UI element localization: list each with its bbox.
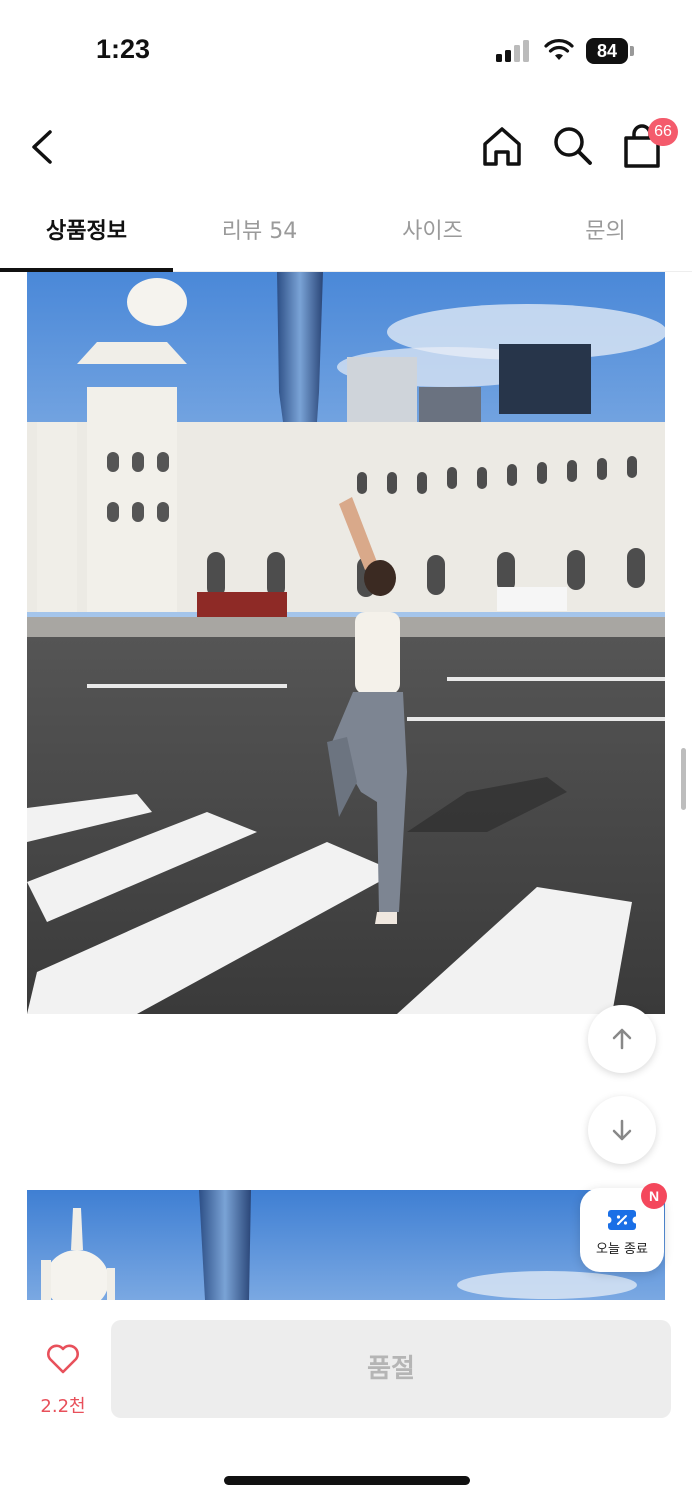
battery-level: 84: [586, 38, 628, 64]
product-tabs: 상품정보 리뷰 54 사이즈 문의: [0, 196, 692, 272]
tab-inquiry[interactable]: 문의: [519, 196, 692, 272]
wifi-icon: [544, 39, 574, 60]
coupon-icon: [608, 1210, 636, 1230]
scroll-top-button[interactable]: [588, 1005, 656, 1073]
scroll-bottom-button[interactable]: [588, 1096, 656, 1164]
like-count: 2.2천: [40, 1396, 86, 1417]
coupon-label: 오늘 종료: [596, 1242, 648, 1257]
cart-count-badge: 66: [648, 118, 678, 146]
sold-out-button[interactable]: 품절: [111, 1320, 671, 1418]
status-time: 1:23: [96, 34, 151, 64]
tab-product-info[interactable]: 상품정보: [0, 196, 173, 272]
product-photo: [27, 1190, 665, 1300]
cellular-signal-icon: [496, 40, 529, 62]
battery-icon: 84: [586, 38, 634, 64]
bottom-action-bar: 2.2천 품절: [0, 1300, 692, 1500]
status-bar: 1:23 84: [0, 0, 692, 100]
chevron-left-icon[interactable]: [24, 124, 64, 170]
tab-size[interactable]: 사이즈: [346, 196, 519, 272]
new-badge: N: [641, 1183, 667, 1209]
scrollbar[interactable]: [681, 748, 686, 810]
arrow-up-icon: [612, 1028, 632, 1050]
search-icon[interactable]: [550, 122, 594, 168]
arrow-down-icon: [612, 1119, 632, 1141]
home-indicator: [224, 1476, 470, 1485]
heart-icon: [47, 1344, 79, 1374]
tab-reviews[interactable]: 리뷰 54: [173, 196, 346, 272]
product-photo: [27, 272, 665, 1014]
header: [0, 100, 692, 196]
like-button[interactable]: 2.2천: [30, 1340, 96, 1420]
home-icon[interactable]: [480, 124, 524, 170]
